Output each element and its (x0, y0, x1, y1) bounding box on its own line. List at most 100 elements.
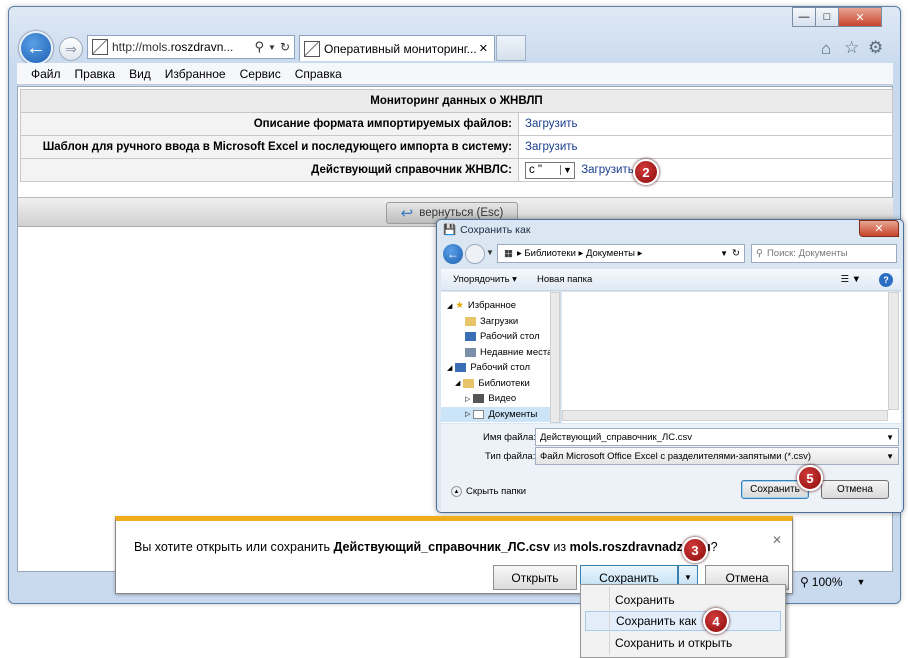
view-options-icon[interactable]: ☰ ▼ (840, 274, 861, 285)
tree-item-documents[interactable]: ▷ Документы (441, 406, 560, 422)
tree-item-favorites[interactable]: ◢ ★ Избранное (441, 298, 560, 314)
settings-gear-icon[interactable]: ⚙ (868, 38, 883, 58)
dialog-fields: Имя файла: Действующий_справочник_ЛС.csv… (441, 424, 901, 512)
dialog-forward-icon[interactable] (465, 244, 485, 264)
zoom-icon: ⚲ (800, 575, 809, 589)
menu-file[interactable]: Файл (31, 67, 61, 81)
monitoring-table: Мониторинг данных о ЖНВЛП Описание форма… (20, 89, 893, 182)
dialog-close-button[interactable]: ✕ (859, 220, 899, 237)
new-tab-button[interactable] (496, 35, 526, 61)
row-label-reference: Действующий справочник ЖНВЛС: (20, 158, 519, 182)
arrow-right-icon: ⇒ (65, 40, 77, 57)
dialog-history-icon[interactable]: ▼ (486, 248, 494, 257)
menu-item-save[interactable]: Сохранить (585, 590, 781, 610)
step-badge-2: 2 (633, 159, 659, 185)
row-label-template: Шаблон для ручного ввода в Microsoft Exc… (20, 135, 519, 159)
minimize-button[interactable]: — (792, 7, 816, 27)
chevron-up-icon: ▲ (451, 486, 462, 497)
zoom-control[interactable]: ⚲ 100% ▼ (800, 571, 892, 593)
dropdown-arrow-icon[interactable]: ▼ (268, 43, 276, 52)
tree-item-libraries[interactable]: ◢ Библиотеки (441, 376, 560, 392)
path-libraries[interactable]: Библиотеки (524, 248, 575, 259)
open-button[interactable]: Открыть (493, 565, 577, 590)
menu-favorites[interactable]: Избранное (165, 67, 226, 81)
hide-folders-toggle[interactable]: ▲ Скрыть папки (451, 486, 526, 497)
organize-button[interactable]: Упорядочить ▾ (453, 274, 517, 285)
tree-item-desktop[interactable]: ◢ Рабочий стол (441, 360, 560, 376)
address-bar[interactable]: http://mols.roszdravn... ⚲ ▼ ↻ (87, 35, 295, 59)
tab-favicon-icon (304, 40, 320, 57)
search-icon: ⚲ (756, 248, 763, 259)
chevron-down-icon: ▼ (684, 573, 692, 582)
tab-title: Оперативный мониторинг... (324, 41, 477, 56)
save-dropdown-menu: Сохранить Сохранить как Сохранить и откр… (580, 584, 786, 658)
tree-item-downloads[interactable]: Загрузки (441, 314, 560, 330)
menu-tools[interactable]: Сервис (240, 67, 281, 81)
filename-dropdown-icon: ▼ (886, 432, 894, 442)
download-message: Вы хотите открыть или сохранить Действую… (134, 540, 718, 554)
dialog-toolbar: Упорядочить ▾ Новая папка ☰ ▼ ? (441, 269, 901, 291)
chevron-down-icon: ▼ (560, 165, 574, 175)
step-badge-4: 4 (703, 608, 729, 634)
close-window-button[interactable]: ✕ (838, 7, 882, 27)
menu-view[interactable]: Вид (129, 67, 151, 81)
downloads-folder-icon (465, 316, 476, 326)
list-vertical-scrollbar[interactable] (888, 292, 899, 410)
reference-select[interactable]: с " ▼ (525, 161, 575, 179)
desktop-icon (455, 363, 467, 373)
notification-close-icon[interactable]: ✕ (772, 533, 782, 547)
menu-help[interactable]: Справка (295, 67, 342, 81)
path-refresh-icon[interactable]: ↻ (732, 248, 740, 259)
refresh-icon[interactable]: ↻ (280, 40, 290, 54)
list-horizontal-scrollbar[interactable] (562, 410, 888, 421)
help-icon[interactable]: ? (879, 272, 893, 287)
search-icon[interactable]: ⚲ (254, 39, 264, 55)
site-favicon-icon (92, 39, 108, 55)
tree-item-desktop-fav[interactable]: Рабочий стол (441, 329, 560, 345)
favorites-star-icon[interactable]: ☆ (844, 38, 859, 58)
maximize-button[interactable]: □ (815, 7, 839, 27)
save-dialog-icon: 💾 (443, 224, 457, 236)
tree-scrollbar[interactable] (550, 292, 560, 423)
menu-edit[interactable]: Правка (75, 67, 116, 81)
tree-item-recent[interactable]: Недавние места (441, 345, 560, 361)
menu-separator (609, 587, 610, 655)
close-tab-icon[interactable]: ✕ (479, 42, 488, 55)
back-button[interactable]: ← (19, 31, 53, 65)
path-dropdown-icon[interactable]: ▼ (720, 249, 728, 258)
filetype-select[interactable]: Файл Microsoft Office Excel с разделител… (535, 447, 899, 465)
zoom-dropdown-icon: ▼ (856, 577, 866, 587)
address-text: http://mols.roszdravn... (112, 40, 234, 54)
dialog-title: 💾 Сохранить как (443, 223, 531, 237)
download-template-link[interactable]: Загрузить (525, 141, 578, 153)
filetype-label: Тип файла: (485, 451, 536, 462)
row-label-format: Описание формата импортируемых файлов: (20, 112, 519, 136)
new-folder-button[interactable]: Новая папка (537, 274, 592, 285)
video-icon (473, 394, 485, 404)
recent-places-icon (465, 347, 476, 357)
forward-button[interactable]: ⇒ (59, 37, 83, 61)
step-badge-3: 3 (682, 537, 708, 563)
dialog-search-input[interactable]: ⚲ Поиск: Документы (751, 244, 897, 263)
star-icon: ★ (455, 300, 464, 312)
file-list (562, 292, 901, 423)
dialog-path-bar[interactable]: ▦ ▸ Библиотеки ▸ Документы ▸ ▼ ↻ (497, 244, 745, 263)
download-reference-link[interactable]: Загрузить (581, 164, 634, 176)
filename-input[interactable]: Действующий_справочник_ЛС.csv ▼ (535, 428, 899, 446)
download-format-link[interactable]: Загрузить (525, 118, 578, 130)
tree-item-video[interactable]: ▷ Видео (441, 391, 560, 407)
path-documents[interactable]: Документы (586, 248, 635, 259)
tab-monitoring[interactable]: Оперативный мониторинг... ✕ (299, 35, 495, 61)
dialog-cancel-button[interactable]: Отмена (821, 480, 889, 499)
home-icon[interactable]: ⌂ (821, 39, 831, 59)
desktop-icon (465, 332, 476, 342)
filename-label: Имя файла: (483, 432, 537, 443)
menu-item-save-and-open[interactable]: Сохранить и открыть (585, 633, 781, 653)
menu-item-save-as[interactable]: Сохранить как (585, 611, 781, 631)
documents-icon (473, 409, 485, 419)
save-as-dialog: 💾 Сохранить как ✕ ← ▼ ▦ ▸ Библиотеки ▸ Д… (436, 219, 904, 513)
arrow-left-icon: ← (26, 36, 46, 59)
folder-tree: ◢ ★ Избранное Загрузки Рабочий стол Недавн… (441, 292, 561, 423)
dialog-back-icon[interactable]: ← (443, 244, 463, 264)
return-arrow-icon: ↩ (400, 205, 414, 222)
